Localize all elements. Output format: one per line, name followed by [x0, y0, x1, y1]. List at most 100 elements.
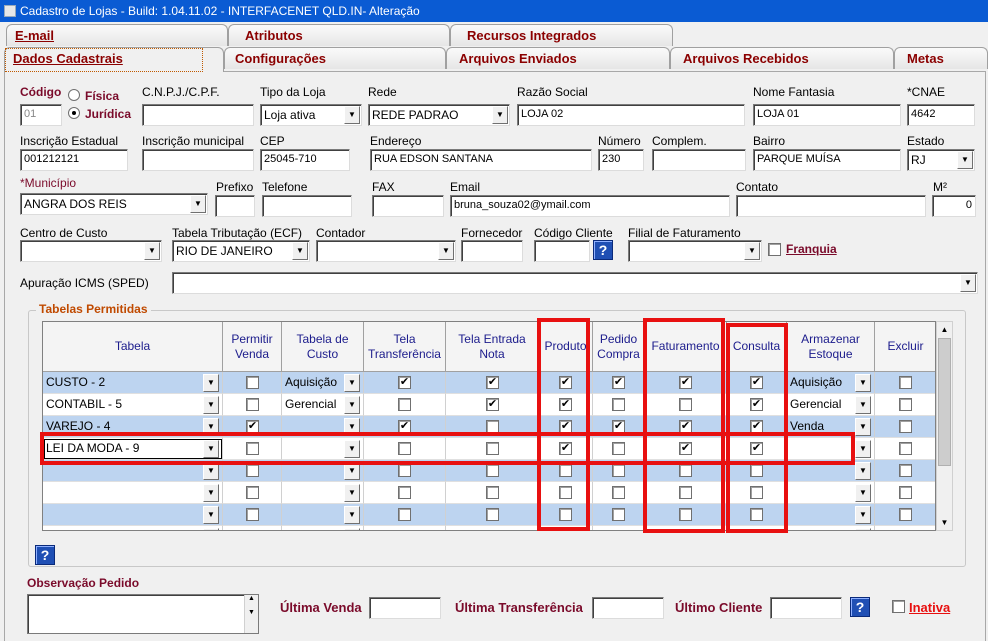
table-row[interactable]: ▼ ▼ ▼	[43, 526, 935, 531]
scroll-thumb[interactable]	[938, 338, 951, 466]
tab-metas[interactable]: Metas	[894, 47, 988, 69]
chevron-down-icon[interactable]: ▼	[855, 462, 871, 480]
table-row[interactable]: CONTABIL - 5 ▼ Gerencial ▼ ✔ ✔ ✔ Gerencial ▼	[43, 394, 935, 416]
scroll-up-icon[interactable]: ▲	[937, 322, 952, 337]
excluir-cell[interactable]	[875, 394, 935, 416]
excluir-checkbox[interactable]	[899, 398, 912, 411]
excluir-checkbox[interactable]	[899, 420, 912, 433]
tabela-cell[interactable]: ▼	[43, 526, 223, 530]
chevron-down-icon[interactable]: ▼	[292, 242, 308, 260]
tab-recursos-integrados[interactable]: Recursos Integrados	[450, 24, 673, 46]
radio-juridica[interactable]	[68, 107, 80, 119]
permitir-venda-cell[interactable]	[223, 482, 282, 504]
tab-atributos[interactable]: Atributos	[228, 24, 450, 46]
permitir-venda-checkbox[interactable]	[246, 376, 259, 389]
permitir-venda-cell[interactable]	[223, 504, 282, 526]
ultima-transferencia-field[interactable]	[592, 597, 664, 619]
tela-entrada-checkbox[interactable]: ✔	[486, 398, 499, 411]
tabela-custo-cell[interactable]: ▼	[282, 504, 364, 526]
ultimo-cliente-field[interactable]	[770, 597, 842, 619]
permitir-venda-checkbox[interactable]	[246, 508, 259, 521]
chevron-down-icon[interactable]: ▼	[203, 396, 219, 414]
pedido-compra-checkbox[interactable]	[612, 486, 625, 499]
chevron-down-icon[interactable]: ▼	[855, 374, 871, 392]
chevron-down-icon[interactable]: ▼	[855, 506, 871, 524]
permitir-venda-cell[interactable]	[223, 526, 282, 530]
inativa-checkbox[interactable]	[892, 600, 905, 613]
centro-custo-select[interactable]: ▼	[20, 240, 162, 262]
tela-transf-cell[interactable]	[364, 482, 446, 504]
tela-entrada-checkbox[interactable]	[486, 508, 499, 521]
prefixo-field[interactable]	[215, 195, 255, 217]
armazenar-cell[interactable]: ▼	[787, 526, 875, 530]
chevron-down-icon[interactable]: ▼	[855, 440, 871, 458]
excluir-cell[interactable]	[875, 372, 935, 394]
chevron-down-icon[interactable]: ▼	[144, 242, 160, 260]
tela-entrada-checkbox[interactable]	[486, 486, 499, 499]
chevron-down-icon[interactable]: ▼	[344, 396, 360, 414]
tipo-loja-select[interactable]: Loja ativa ▼	[260, 104, 362, 126]
razao-social-field[interactable]: LOJA 02	[517, 104, 745, 126]
pedido-compra-cell[interactable]	[593, 482, 645, 504]
excluir-cell[interactable]	[875, 526, 935, 531]
fax-field[interactable]	[372, 195, 444, 217]
chevron-down-icon[interactable]: ▼	[190, 195, 206, 213]
codigo-field[interactable]: 01	[20, 104, 62, 126]
chevron-down-icon[interactable]: ▼	[203, 528, 219, 530]
chevron-down-icon[interactable]: ▼	[855, 396, 871, 414]
excluir-checkbox[interactable]	[899, 442, 912, 455]
permitir-venda-checkbox[interactable]	[246, 486, 259, 499]
permitir-venda-checkbox[interactable]	[246, 464, 259, 477]
endereco-field[interactable]: RUA EDSON SANTANA	[370, 149, 592, 171]
scroll-down-icon[interactable]: ▼	[937, 515, 952, 530]
bairro-field[interactable]: PARQUE MUÍSA	[753, 149, 901, 171]
tela-entrada-checkbox[interactable]	[486, 464, 499, 477]
help-icon[interactable]: ?	[850, 597, 870, 617]
chevron-down-icon[interactable]: ▼	[744, 242, 760, 260]
cnae-field[interactable]: 4642	[907, 104, 975, 126]
email-field[interactable]: bruna_souza02@ymail.com	[450, 195, 730, 217]
pedido-compra-checkbox[interactable]	[612, 530, 625, 531]
filial-faturamento-select[interactable]: ▼	[628, 240, 762, 262]
m2-field[interactable]: 0	[932, 195, 976, 217]
chevron-down-icon[interactable]: ▼	[960, 274, 976, 292]
inscricao-municipal-field[interactable]	[142, 149, 254, 171]
tabela-custo-cell[interactable]: Gerencial ▼	[282, 394, 364, 416]
tela-transf-checkbox[interactable]	[398, 486, 411, 499]
tela-entrada-cell[interactable]	[446, 504, 539, 526]
pedido-compra-cell[interactable]	[593, 526, 645, 531]
tela-transf-checkbox[interactable]	[398, 398, 411, 411]
tela-transf-cell[interactable]	[364, 394, 446, 416]
tela-transf-checkbox[interactable]	[398, 530, 411, 531]
numero-field[interactable]: 230	[598, 149, 644, 171]
contador-select[interactable]: ▼	[316, 240, 456, 262]
excluir-checkbox[interactable]	[899, 530, 912, 531]
tabela-custo-cell[interactable]: ▼	[282, 482, 364, 504]
tabela-cell[interactable]: CUSTO - 2 ▼	[43, 372, 223, 394]
cnpj-field[interactable]	[142, 104, 254, 126]
armazenar-cell[interactable]: ▼	[787, 504, 875, 526]
tabela-custo-cell[interactable]: Aquisição ▼	[282, 372, 364, 394]
excluir-checkbox[interactable]	[899, 486, 912, 499]
tela-entrada-checkbox[interactable]	[486, 530, 499, 531]
help-icon[interactable]: ?	[35, 545, 55, 565]
excluir-cell[interactable]	[875, 460, 935, 482]
tabela-tributacao-select[interactable]: RIO DE JANEIRO ▼	[172, 240, 310, 262]
chevron-down-icon[interactable]: ▼	[344, 506, 360, 524]
chevron-down-icon[interactable]: ▼	[957, 151, 973, 169]
tabela-cell[interactable]: ▼	[43, 504, 223, 526]
excluir-cell[interactable]	[875, 438, 935, 460]
chevron-down-icon[interactable]: ▼	[203, 484, 219, 502]
tab-arquivos-enviados[interactable]: Arquivos Enviados	[446, 47, 670, 69]
municipio-select[interactable]: ANGRA DOS REIS ▼	[20, 193, 208, 215]
chevron-down-icon[interactable]: ▼	[344, 484, 360, 502]
help-icon[interactable]: ?	[593, 240, 613, 260]
complemento-field[interactable]	[652, 149, 746, 171]
radio-fisica[interactable]	[68, 89, 80, 101]
tabela-cell[interactable]: ▼	[43, 482, 223, 504]
tela-transf-cell[interactable]	[364, 504, 446, 526]
tela-entrada-cell[interactable]: ✔	[446, 372, 539, 394]
armazenar-cell[interactable]: Aquisição ▼	[787, 372, 875, 394]
ultima-venda-field[interactable]	[369, 597, 441, 619]
observacao-scrollbar[interactable]: ▲ ▼	[244, 595, 258, 633]
